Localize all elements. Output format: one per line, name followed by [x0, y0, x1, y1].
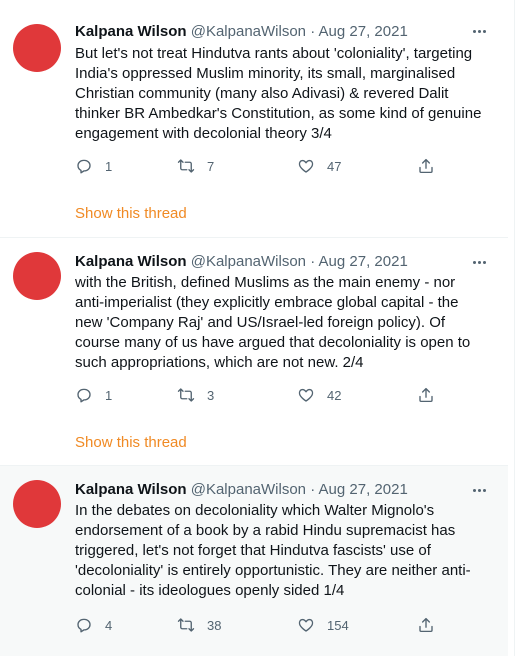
avatar[interactable]	[13, 24, 61, 72]
author-handle[interactable]: @KalpanaWilson	[191, 253, 306, 270]
tweet-header: Kalpana Wilson @KalpanaWilson · Aug 27, …	[75, 22, 408, 42]
author-name[interactable]: Kalpana Wilson	[75, 23, 187, 40]
share-button[interactable]	[417, 615, 435, 635]
show-thread-link[interactable]: Show this thread	[75, 204, 187, 224]
separator: ·	[310, 23, 316, 40]
tweet-header: Kalpana Wilson @KalpanaWilson · Aug 27, …	[75, 480, 408, 500]
reply-count: 1	[105, 387, 113, 403]
tweet-actions: 4 38 154	[75, 615, 445, 635]
retweet-button[interactable]: 38	[177, 615, 221, 635]
reply-icon	[77, 618, 91, 633]
separator: ·	[310, 253, 316, 270]
heart-icon	[298, 159, 314, 173]
more-icon[interactable]	[470, 481, 488, 499]
like-count: 47	[327, 158, 342, 174]
retweet-button[interactable]: 3	[177, 385, 214, 405]
tweet-text: But let's not treat Hindutva rants about…	[75, 45, 482, 142]
show-thread-link[interactable]: Show this thread	[75, 433, 187, 453]
retweet-count: 7	[207, 158, 215, 174]
tweet[interactable]: Kalpana Wilson @KalpanaWilson · Aug 27, …	[0, 466, 508, 656]
tweet-date[interactable]: Aug 27, 2021	[319, 23, 408, 40]
reply-count: 1	[105, 158, 113, 174]
tweet-header: Kalpana Wilson @KalpanaWilson · Aug 27, …	[75, 252, 408, 272]
separator: ·	[310, 481, 316, 498]
retweet-button[interactable]: 7	[177, 156, 214, 176]
share-icon	[419, 158, 433, 174]
share-icon	[419, 617, 433, 633]
tweet-actions: 1 7 47	[75, 156, 445, 176]
reply-icon	[77, 388, 91, 403]
tweet-text: with the British, defined Muslims as the…	[75, 274, 471, 371]
avatar[interactable]	[13, 480, 61, 528]
author-name[interactable]: Kalpana Wilson	[75, 253, 187, 270]
like-button[interactable]: 47	[297, 156, 341, 176]
author-handle[interactable]: @KalpanaWilson	[191, 481, 306, 498]
tweet-date[interactable]: Aug 27, 2021	[319, 253, 408, 270]
author-handle[interactable]: @KalpanaWilson	[191, 23, 306, 40]
avatar[interactable]	[13, 252, 61, 300]
heart-icon	[298, 618, 314, 632]
reply-count: 4	[105, 617, 113, 633]
reply-button[interactable]: 1	[75, 156, 112, 176]
tweet[interactable]: Kalpana Wilson @KalpanaWilson · Aug 27, …	[0, 238, 508, 466]
retweet-icon	[177, 159, 195, 173]
retweet-icon	[177, 388, 195, 402]
more-icon[interactable]	[470, 22, 488, 40]
retweet-icon	[177, 618, 195, 632]
author-name[interactable]: Kalpana Wilson	[75, 481, 187, 498]
tweet-actions: 1 3 42	[75, 385, 445, 405]
tweet-feed: Kalpana Wilson @KalpanaWilson · Aug 27, …	[0, 0, 515, 656]
heart-icon	[298, 388, 314, 402]
like-button[interactable]: 42	[297, 385, 341, 405]
like-count: 154	[327, 617, 349, 633]
retweet-count: 3	[207, 387, 215, 403]
like-count: 42	[327, 387, 342, 403]
tweet-date[interactable]: Aug 27, 2021	[319, 481, 408, 498]
share-button[interactable]	[417, 385, 435, 405]
more-icon[interactable]	[470, 253, 488, 271]
reply-button[interactable]: 4	[75, 615, 112, 635]
tweet-text: In the debates on decoloniality which Wa…	[75, 502, 471, 599]
like-button[interactable]: 154	[297, 615, 349, 635]
share-button[interactable]	[417, 156, 435, 176]
retweet-count: 38	[207, 617, 222, 633]
tweet[interactable]: Kalpana Wilson @KalpanaWilson · Aug 27, …	[0, 0, 508, 238]
reply-button[interactable]: 1	[75, 385, 112, 405]
reply-icon	[77, 159, 91, 174]
share-icon	[419, 387, 433, 403]
